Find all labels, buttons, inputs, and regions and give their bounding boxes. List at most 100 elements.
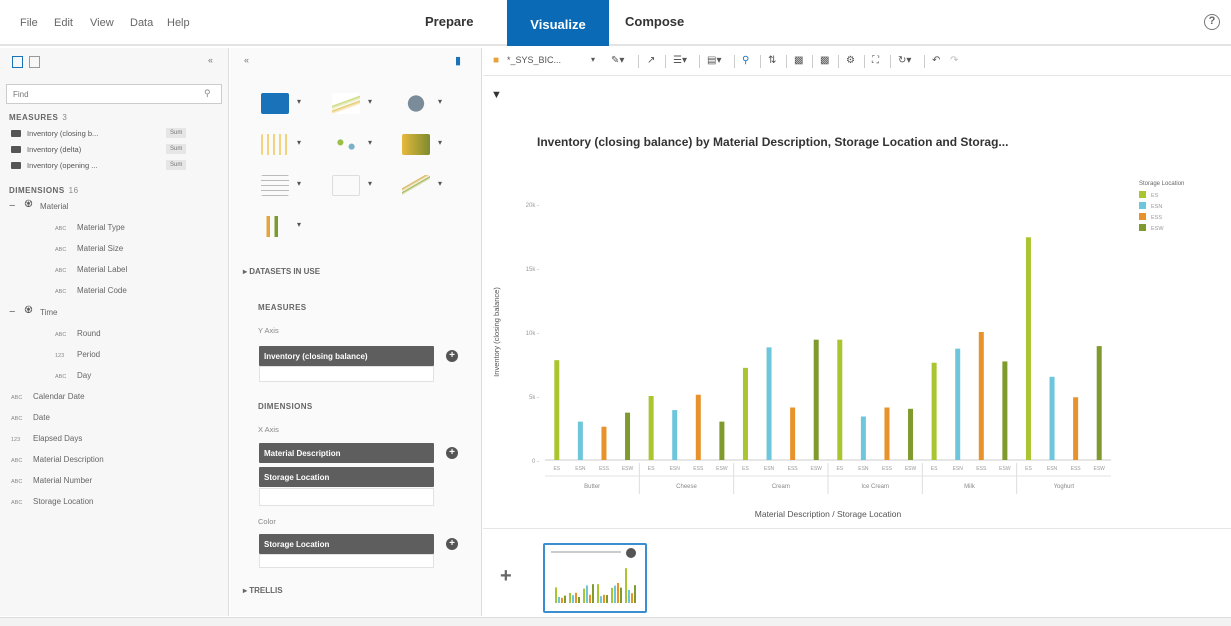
menu-view[interactable]: View: [90, 17, 114, 29]
chevron-down-icon[interactable]: ▾: [591, 55, 595, 64]
x-axis-dimension-pill[interactable]: Storage Location: [259, 467, 434, 487]
dimension-item[interactable]: ABC Storage Location: [11, 497, 94, 506]
zoom-select-icon[interactable]: ⚲: [742, 55, 749, 66]
trellis-section-header[interactable]: ▸ TRELLIS: [243, 586, 283, 595]
add-x-axis-icon[interactable]: +: [446, 447, 458, 459]
tab-prepare[interactable]: Prepare: [425, 14, 473, 29]
help-circle-icon[interactable]: ?: [1204, 14, 1220, 30]
thumb-bar: [631, 593, 633, 603]
table-chart-picker[interactable]: ▾: [257, 172, 312, 199]
dimension-item[interactable]: ABC Calendar Date: [11, 392, 85, 401]
dimension-label: Calendar Date: [33, 392, 85, 401]
aggregation-badge[interactable]: Sum: [166, 128, 187, 138]
type-icon: ABC: [11, 479, 23, 485]
group-label: Cheese: [676, 484, 697, 490]
fullscreen-icon[interactable]: ⛶: [872, 55, 879, 66]
y-axis-measure-pill[interactable]: Inventory (closing balance): [259, 346, 434, 366]
datasets-section-header[interactable]: ▸ DATASETS IN USE: [243, 267, 320, 276]
measure-item[interactable]: Inventory (delta) Sum: [11, 144, 221, 158]
bar-chart-picker[interactable]: ▾: [257, 90, 312, 117]
dimension-item[interactable]: ABC Material Code: [55, 286, 127, 295]
redo-icon[interactable]: ↷: [950, 55, 958, 66]
y-tick-label: 10k -: [526, 331, 539, 337]
thumb-bar: [589, 594, 591, 603]
trellis-label: TRELLIS: [249, 586, 283, 595]
dimension-label: Material Type: [77, 223, 125, 232]
bar: [1025, 237, 1031, 460]
geo-chart-picker[interactable]: ▾: [257, 131, 312, 158]
chart-builder-icon[interactable]: ▮: [455, 54, 461, 67]
scatter-chart-picker[interactable]: ▾: [328, 131, 383, 158]
dimension-item[interactable]: ABC Date: [11, 413, 50, 422]
panel-layout-alt-icon[interactable]: [29, 56, 40, 68]
dimension-item[interactable]: 123 Period: [55, 350, 100, 359]
x-axis-dimension-pill[interactable]: Material Description: [259, 443, 434, 463]
legend-swatch: [1139, 224, 1146, 231]
share-icon[interactable]: ↗: [647, 55, 655, 66]
bar-chart-icon[interactable]: ▩: [794, 55, 803, 66]
color-drop-zone[interactable]: [259, 554, 434, 568]
dimension-item[interactable]: ABC Material Size: [55, 244, 123, 253]
data-panel: « ⚲ MEASURES3 Inventory (closing b... Su…: [0, 48, 229, 616]
search-icon[interactable]: ⚲: [204, 88, 211, 99]
dimension-item[interactable]: ABC Material Description: [11, 455, 104, 464]
dimension-label: Material Label: [77, 265, 128, 274]
sort-icon[interactable]: ⇅: [768, 55, 776, 66]
dimensions-label: DIMENSIONS: [9, 186, 65, 195]
x-tick-label: ES: [1025, 466, 1032, 472]
find-input[interactable]: [6, 84, 222, 104]
measure-item[interactable]: Inventory (opening ... Sum: [11, 160, 221, 174]
dimension-item[interactable]: ABC Day: [55, 371, 91, 380]
menu-file[interactable]: File: [20, 17, 38, 29]
bar: [625, 412, 631, 460]
dimension-item[interactable]: ABC Round: [55, 329, 101, 338]
numeric-chart-picker[interactable]: ▾: [328, 172, 383, 199]
radar-chart-picker[interactable]: ▾: [398, 172, 453, 199]
tab-compose[interactable]: Compose: [625, 14, 684, 29]
add-color-icon[interactable]: +: [446, 538, 458, 550]
pen-icon[interactable]: ✎▾: [611, 55, 624, 66]
panel-layout-icon[interactable]: [12, 56, 23, 68]
add-page-icon[interactable]: +: [500, 565, 512, 588]
heatmap-chart-picker[interactable]: ▾: [398, 131, 453, 158]
collapse-toggle-icon[interactable]: −: [9, 200, 15, 212]
color-dimension-pill[interactable]: Storage Location: [259, 534, 434, 554]
collapse-toggle-icon[interactable]: −: [9, 306, 15, 318]
measure-item[interactable]: Inventory (closing b... Sum: [11, 128, 221, 142]
collapse-panel-icon[interactable]: «: [208, 55, 213, 65]
gear-icon[interactable]: ⚙: [846, 55, 855, 66]
box-plot-picker[interactable]: ▾: [257, 213, 312, 240]
chevron-down-icon: ▾: [297, 97, 302, 106]
refresh-icon[interactable]: ↻▾: [898, 55, 911, 66]
group-label: Milk: [964, 484, 976, 490]
x-tick-label: ES: [648, 466, 655, 472]
menu-data[interactable]: Data: [130, 17, 153, 29]
chart-thumbnail[interactable]: [543, 543, 647, 613]
add-y-axis-icon[interactable]: +: [446, 350, 458, 362]
x-tick-label: ESW: [1094, 466, 1106, 472]
chevron-down-icon: ▾: [297, 138, 302, 147]
x-axis-drop-zone[interactable]: [259, 488, 434, 506]
dimension-item[interactable]: ABC Material Label: [55, 265, 127, 274]
reference-line-icon[interactable]: ▩: [820, 55, 829, 66]
tab-visualize[interactable]: Visualize: [507, 0, 609, 46]
hierarchy-time[interactable]: Time: [40, 308, 57, 317]
layout-icon[interactable]: ▤▾: [707, 55, 721, 66]
line-chart-picker[interactable]: ▾: [328, 90, 383, 117]
measure-label: Inventory (delta): [27, 145, 82, 154]
dimension-item[interactable]: ABC Material Number: [11, 476, 92, 485]
y-tick-label: 5k -: [529, 395, 539, 401]
undo-icon[interactable]: ↶: [932, 55, 940, 66]
dataset-selector[interactable]: *_SYS_BIC...: [507, 55, 561, 65]
aggregation-badge[interactable]: Sum: [166, 160, 187, 170]
menu-edit[interactable]: Edit: [54, 17, 73, 29]
filter-list-icon[interactable]: ☰▾: [673, 55, 687, 66]
dimension-item[interactable]: 123 Elapsed Days: [11, 434, 82, 443]
hierarchy-material[interactable]: Material: [40, 202, 68, 211]
menu-help[interactable]: Help: [167, 17, 190, 29]
aggregation-badge[interactable]: Sum: [166, 144, 187, 154]
pie-chart-picker[interactable]: ▾: [398, 90, 453, 117]
dimension-item[interactable]: ABC Material Type: [55, 223, 125, 232]
y-axis-drop-zone[interactable]: [259, 366, 434, 382]
collapse-builder-icon[interactable]: «: [244, 55, 249, 65]
